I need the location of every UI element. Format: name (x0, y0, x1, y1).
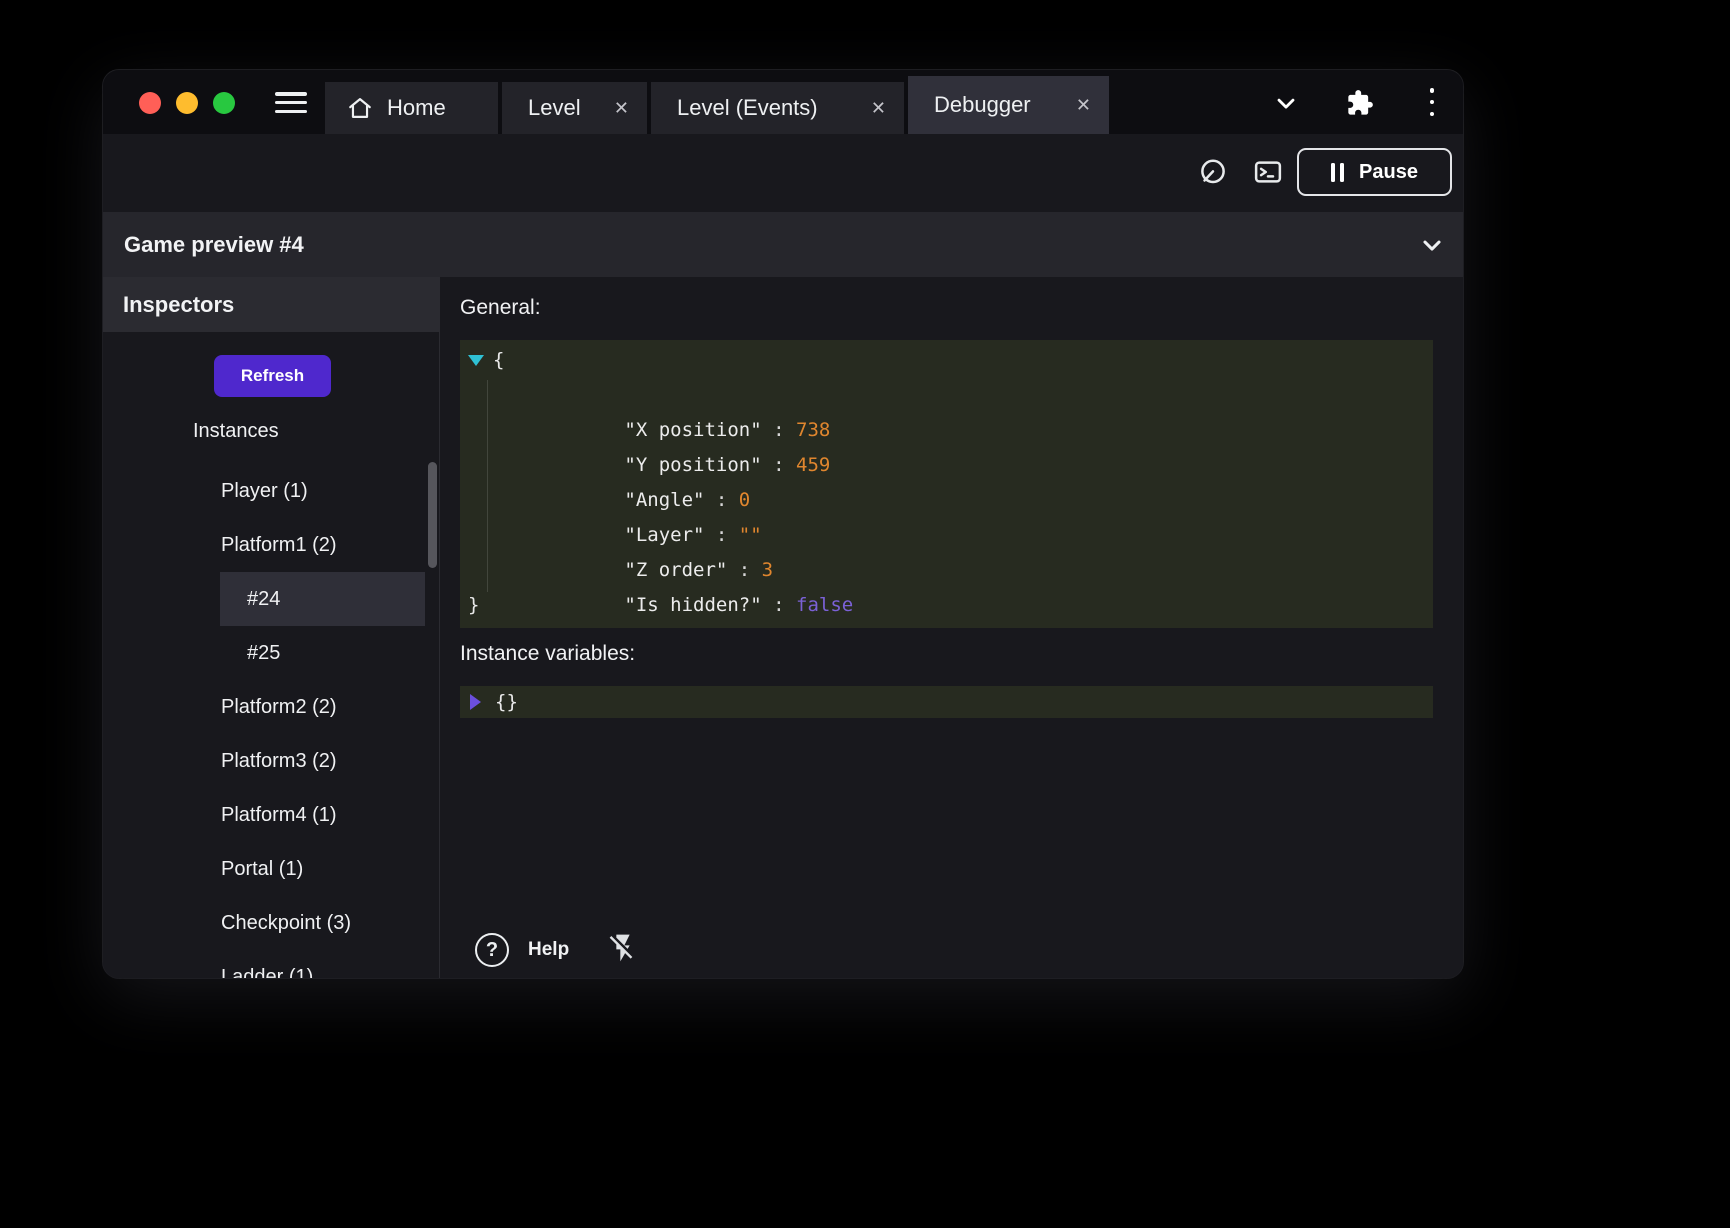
chevron-down-icon[interactable] (1418, 231, 1446, 259)
sidebar-item-platform3[interactable]: Platform3 (2) (103, 734, 439, 788)
sidebar-item-portal[interactable]: Portal (1) (103, 842, 439, 896)
instances-list: Player (1) Platform1 (2) #24 #25 Platfor… (103, 464, 439, 978)
flash-off-icon[interactable] (607, 932, 639, 964)
tab-level[interactable]: Level ✕ (502, 82, 647, 134)
extensions-puzzle-icon[interactable] (1346, 89, 1374, 117)
sidebar-item-instance-24[interactable]: #24 (220, 572, 425, 626)
tab-bar: Home Level ✕ Level (Events) ✕ Debugger ✕ (325, 76, 1109, 134)
sidebar-item-platform1[interactable]: Platform1 (2) (103, 518, 439, 572)
collapse-triangle-icon[interactable] (468, 355, 484, 366)
json-indent-guide (487, 380, 488, 592)
more-options-kebab-icon[interactable] (1425, 88, 1439, 116)
close-icon[interactable]: ✕ (871, 99, 886, 117)
debugger-content: Inspectors Refresh Instances Player (1) … (103, 277, 1463, 978)
help-icon[interactable]: ? (475, 933, 509, 967)
json-separator: : (762, 594, 796, 616)
tab-label: Level (Events) (677, 95, 818, 121)
chevron-down-icon[interactable] (1272, 89, 1300, 117)
json-collapsed-braces: {} (495, 691, 518, 713)
sidebar-item-instance-25[interactable]: #25 (220, 626, 425, 680)
pause-button[interactable]: Pause (1297, 148, 1452, 196)
expand-triangle-icon[interactable] (470, 694, 481, 710)
console-icon[interactable] (1253, 157, 1283, 187)
sidebar-item-ladder[interactable]: Ladder (1) (103, 950, 439, 978)
json-separator: : (762, 454, 796, 476)
help-glyph: ? (486, 939, 498, 962)
json-key: "X position" (624, 419, 761, 441)
json-key: "Angle" (624, 489, 704, 511)
inspector-detail-panel: General: { "X position" : 738 "Y positio… (441, 277, 1463, 978)
debugger-toolbar: Pause (103, 134, 1463, 212)
instance-variables-json-view: {} (460, 686, 1433, 718)
instances-section-label: Instances (193, 420, 279, 443)
tab-label: Home (387, 95, 446, 121)
sidebar-item-player[interactable]: Player (1) (103, 464, 439, 518)
app-window: Home Level ✕ Level (Events) ✕ Debugger ✕ (103, 70, 1463, 978)
minimize-window-button[interactable] (176, 92, 198, 114)
json-key: "Z order" (624, 559, 727, 581)
json-key: "Is hidden?" (624, 594, 761, 616)
json-value: false (796, 594, 853, 616)
instance-variables-label: Instance variables: (460, 642, 635, 666)
titlebar: Home Level ✕ Level (Events) ✕ Debugger ✕ (103, 70, 1463, 134)
json-value: "" (739, 524, 762, 546)
json-key: "Layer" (624, 524, 704, 546)
game-preview-header[interactable]: Game preview #4 (103, 212, 1463, 277)
json-row-x-position: "X position" : 738 (460, 378, 1433, 413)
inspectors-sidebar: Inspectors Refresh Instances Player (1) … (103, 277, 440, 978)
json-separator: : (704, 524, 738, 546)
json-value: 738 (796, 419, 830, 441)
json-key: "Y position" (624, 454, 761, 476)
tab-home[interactable]: Home (325, 82, 498, 134)
tab-label: Debugger (934, 92, 1031, 118)
general-json-view: { "X position" : 738 "Y position" : 459 … (460, 340, 1433, 628)
json-open-brace: { (493, 349, 504, 371)
json-value: 3 (762, 559, 773, 581)
pause-icon (1331, 163, 1344, 182)
maximize-window-button[interactable] (213, 92, 235, 114)
tab-label: Level (528, 95, 581, 121)
inspectors-header: Inspectors (103, 277, 439, 332)
refresh-button[interactable]: Refresh (214, 355, 331, 397)
json-separator: : (762, 419, 796, 441)
pause-label: Pause (1359, 161, 1418, 184)
help-label[interactable]: Help (528, 939, 569, 961)
json-value: 0 (739, 489, 750, 511)
traffic-lights (139, 92, 235, 114)
close-icon[interactable]: ✕ (1076, 96, 1091, 114)
sidebar-scrollbar-thumb[interactable] (428, 462, 437, 568)
home-icon (347, 95, 373, 121)
general-label: General: (460, 296, 541, 320)
speedometer-icon[interactable] (1198, 157, 1228, 187)
main-menu-icon[interactable] (275, 92, 307, 113)
json-close-brace: } (468, 594, 479, 616)
game-preview-title: Game preview #4 (124, 232, 304, 258)
sidebar-item-checkpoint[interactable]: Checkpoint (3) (103, 896, 439, 950)
tab-level-events[interactable]: Level (Events) ✕ (651, 82, 904, 134)
close-window-button[interactable] (139, 92, 161, 114)
sidebar-item-platform4[interactable]: Platform4 (1) (103, 788, 439, 842)
json-separator: : (727, 559, 761, 581)
json-open-line: { (460, 342, 1433, 378)
json-value: 459 (796, 454, 830, 476)
sidebar-item-platform2[interactable]: Platform2 (2) (103, 680, 439, 734)
tab-debugger[interactable]: Debugger ✕ (908, 76, 1109, 134)
close-icon[interactable]: ✕ (614, 99, 629, 117)
json-separator: : (704, 489, 738, 511)
